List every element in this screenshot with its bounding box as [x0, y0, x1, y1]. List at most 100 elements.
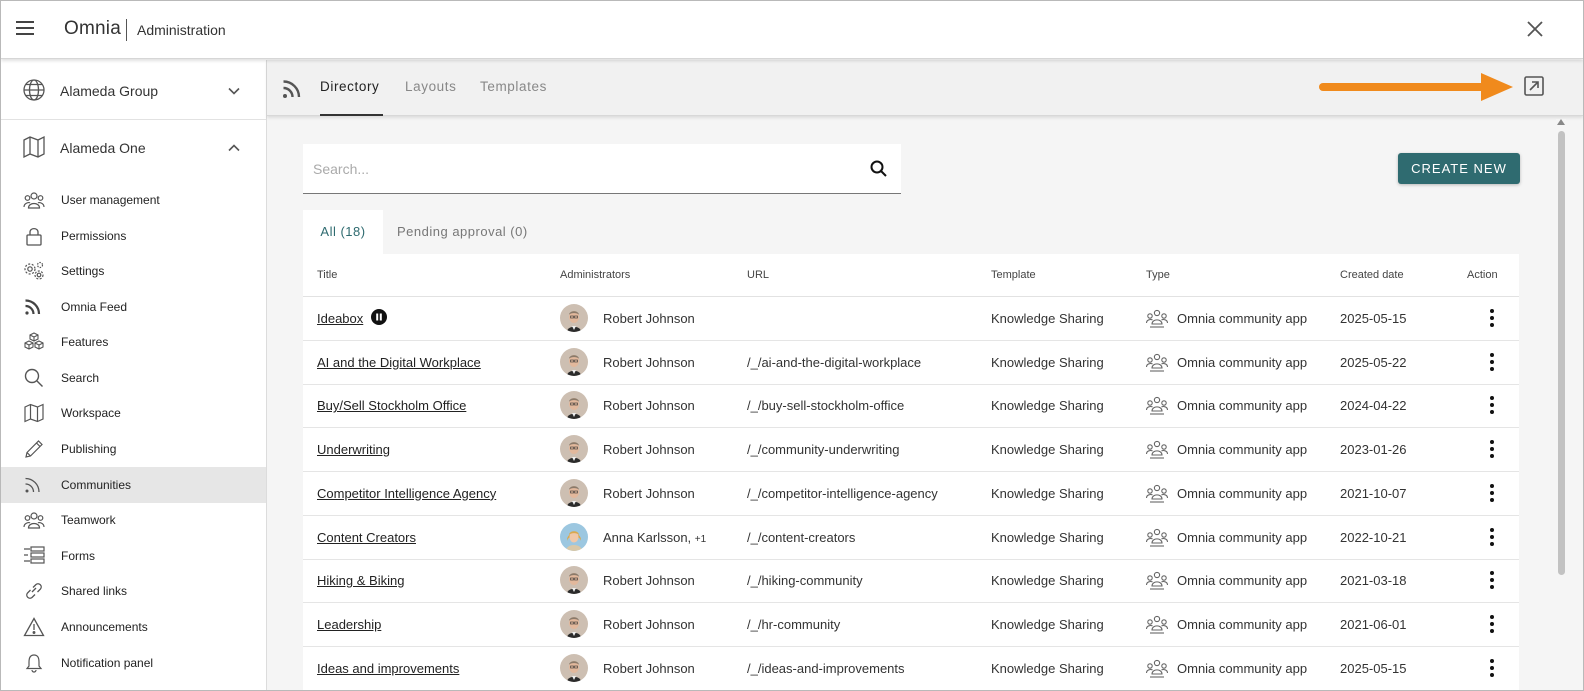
community-type-icon: [1145, 439, 1169, 461]
community-title-link[interactable]: Leadership: [317, 617, 381, 632]
tab-directory[interactable]: Directory: [320, 79, 379, 94]
chevron-down-icon[interactable]: [227, 84, 241, 98]
sidebar-item-label: Announcements: [61, 620, 148, 634]
more-actions-icon[interactable]: [1489, 396, 1495, 415]
avatar: [560, 566, 588, 595]
tab-templates[interactable]: Templates: [480, 79, 547, 94]
more-actions-icon[interactable]: [1489, 440, 1495, 459]
template-cell: Knowledge Sharing: [991, 442, 1104, 458]
table-row[interactable]: Ideas and improvements Robert Johnson /_/i…: [303, 647, 1519, 690]
open-external-icon[interactable]: [1523, 75, 1545, 97]
more-actions-icon[interactable]: [1489, 614, 1495, 633]
community-title-link[interactable]: Hiking & Biking: [317, 573, 404, 588]
more-actions-icon[interactable]: [1489, 352, 1495, 371]
administrator-name: Robert Johnson: [603, 354, 695, 370]
community-type-icon: [1145, 527, 1169, 549]
list-tabs: All (18) Pending approval (0): [303, 210, 1519, 254]
header-action: Action: [1467, 269, 1498, 281]
header-created-date[interactable]: Created date: [1340, 269, 1404, 281]
sidebar-item-permissions[interactable]: Permissions: [1, 218, 266, 254]
type-cell: Omnia community app: [1177, 442, 1308, 458]
title-cell: Ideas and improvements: [317, 661, 459, 676]
scrollbar-thumb[interactable]: [1558, 131, 1565, 575]
header-title[interactable]: Title: [317, 269, 337, 281]
avatar: [560, 522, 588, 551]
link-icon: [23, 581, 45, 601]
globe-icon: [22, 78, 46, 102]
rss-icon: [281, 78, 303, 100]
close-icon[interactable]: [1523, 17, 1547, 41]
sidebar-item-settings[interactable]: Settings: [1, 253, 266, 289]
sidebar-item-label: Publishing: [61, 442, 117, 456]
community-title-link[interactable]: Ideabox: [317, 311, 363, 326]
administrator-name: Robert Johnson: [603, 573, 695, 589]
community-title-link[interactable]: Buy/Sell Stockholm Office: [317, 398, 466, 413]
rss-icon: [23, 475, 45, 495]
sidebar-item-features[interactable]: Features: [1, 324, 266, 360]
tenant-alameda-group[interactable]: Alameda Group: [1, 60, 266, 120]
sidebar-item-shared-links[interactable]: Shared links: [1, 573, 266, 609]
tab-all[interactable]: All (18): [303, 210, 383, 254]
search-icon[interactable]: [869, 159, 889, 179]
sidebar-item-label: Features: [61, 335, 109, 349]
sidebar-item-workspace[interactable]: Workspace: [1, 395, 266, 431]
community-title-link[interactable]: AI and the Digital Workplace: [317, 355, 481, 370]
table-row[interactable]: Hiking & Biking Robert Johnson /_/hiking-c…: [303, 559, 1519, 604]
more-actions-icon[interactable]: [1489, 658, 1495, 677]
table-row[interactable]: AI and the Digital Workplace Robert Johns…: [303, 341, 1519, 385]
community-title-link[interactable]: Underwriting: [317, 442, 390, 457]
forms-icon: [23, 546, 45, 566]
created-date-cell: 2022-10-21: [1340, 529, 1407, 545]
template-cell: Knowledge Sharing: [991, 616, 1104, 632]
title-cell: Competitor Intelligence Agency: [317, 486, 496, 501]
administrator-name: Robert Johnson: [603, 398, 695, 414]
url-cell: /_/content-creators: [747, 529, 856, 545]
more-actions-icon[interactable]: [1489, 527, 1495, 546]
scroll-up-icon[interactable]: [1557, 119, 1565, 125]
sidebar-item-label: Settings: [61, 264, 105, 278]
community-title-link[interactable]: Competitor Intelligence Agency: [317, 486, 496, 501]
map-icon: [22, 135, 46, 159]
sidebar-item-user-management[interactable]: User management: [1, 182, 266, 218]
table-row[interactable]: Leadership Robert Johnson /_/hr-community K…: [303, 603, 1519, 647]
avatar: [560, 304, 588, 332]
url-cell: /_/community-underwriting: [747, 442, 900, 458]
section-title: Administration: [137, 22, 226, 38]
create-new-button[interactable]: CREATE NEW: [1398, 153, 1520, 184]
tenant-alameda-one[interactable]: Alameda One: [1, 117, 266, 177]
header-template: Template: [991, 269, 1036, 281]
tab-pending-approval[interactable]: Pending approval (0): [397, 210, 528, 254]
community-title-link[interactable]: Content Creators: [317, 530, 416, 545]
table-row[interactable]: Ideabox Robert Johnson Knowledge Sharing Om…: [303, 297, 1519, 341]
sidebar-item-teamwork[interactable]: Teamwork: [1, 502, 266, 538]
more-actions-icon[interactable]: [1489, 309, 1495, 327]
pause-icon: [371, 309, 387, 325]
table-row[interactable]: Buy/Sell Stockholm Office Robert Johnson /…: [303, 384, 1519, 429]
sidebar-item-announcements[interactable]: Announcements: [1, 609, 266, 645]
template-cell: Knowledge Sharing: [991, 660, 1104, 676]
sidebar-item-search[interactable]: Search: [1, 360, 266, 396]
pencil-icon: [23, 439, 45, 459]
more-actions-icon[interactable]: [1489, 483, 1495, 502]
sidebar-item-omnia-feed[interactable]: Omnia Feed: [1, 289, 266, 325]
search-input[interactable]: [313, 158, 853, 180]
sidebar-item-forms[interactable]: Forms: [1, 538, 266, 574]
sidebar-item-notification-panel[interactable]: Notification panel: [1, 645, 266, 681]
more-actions-icon[interactable]: [1489, 571, 1495, 590]
avatar: [560, 435, 588, 464]
lock-icon: [23, 226, 45, 246]
sidebar-item-communities[interactable]: Communities: [1, 467, 266, 503]
url-cell: /_/ideas-and-improvements: [747, 660, 905, 676]
table-row[interactable]: Underwriting Robert Johnson /_/community-u…: [303, 428, 1519, 473]
header-type: Type: [1146, 269, 1170, 281]
table-row[interactable]: Competitor Intelligence Agency Robert Joh…: [303, 472, 1519, 516]
table-row[interactable]: Content Creators Anna Karlsson, +1 /_/cont…: [303, 516, 1519, 560]
created-date-cell: 2025-05-22: [1340, 354, 1407, 370]
tab-layouts[interactable]: Layouts: [405, 79, 456, 94]
community-title-link[interactable]: Ideas and improvements: [317, 661, 459, 676]
avatar: [560, 609, 588, 638]
chevron-up-icon[interactable]: [227, 141, 241, 155]
hamburger-menu-icon[interactable]: [16, 21, 34, 35]
sidebar-item-publishing[interactable]: Publishing: [1, 431, 266, 467]
type-cell: Omnia community app: [1177, 485, 1308, 501]
